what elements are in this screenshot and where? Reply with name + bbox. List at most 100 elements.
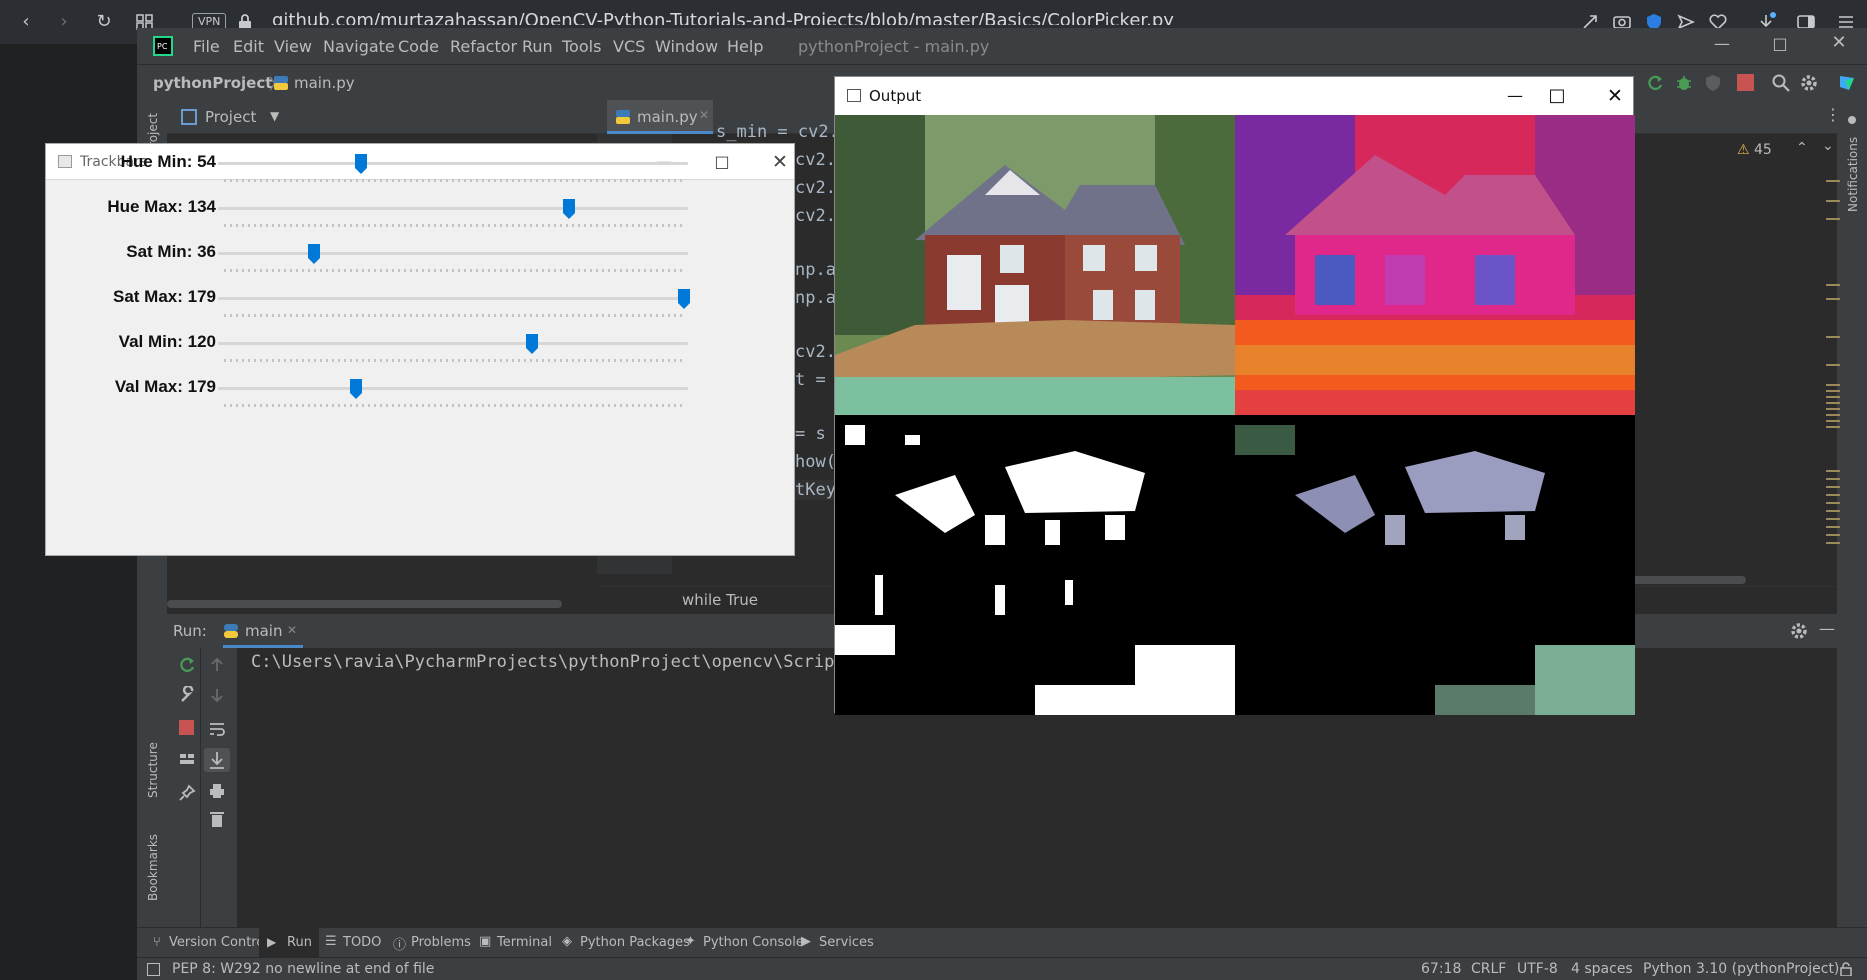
problems-tab[interactable]: ⓘ Problems xyxy=(393,928,473,958)
trackbar-track[interactable] xyxy=(218,252,688,255)
prev-highlight-icon[interactable]: ⌃ xyxy=(1796,140,1808,156)
more-options-icon[interactable]: ⋮ xyxy=(1825,105,1841,124)
scroll-to-end-toggle[interactable] xyxy=(204,748,230,772)
rerun-icon[interactable] xyxy=(1645,73,1665,93)
output-titlebar[interactable]: Output — □ ✕ xyxy=(835,77,1633,115)
tab-main-py[interactable]: main.py ✕ xyxy=(607,100,713,134)
maximize-icon[interactable]: □ xyxy=(693,144,751,180)
trackbar-thumb[interactable] xyxy=(349,378,363,400)
version-control-tab[interactable]: ⑂ Version Control xyxy=(149,928,268,958)
stripe-mark[interactable] xyxy=(1826,218,1840,220)
reload-icon[interactable]: ↻ xyxy=(94,12,114,32)
notifications-tool-tab[interactable]: Notifications xyxy=(1842,114,1862,214)
project-panel-title[interactable]: Project xyxy=(205,108,256,126)
run-tab-main[interactable]: main ✕ xyxy=(223,614,303,648)
caret-position[interactable]: 67:18 xyxy=(1421,961,1461,977)
run-label: Run: xyxy=(173,622,207,640)
pin-icon[interactable] xyxy=(178,784,196,802)
menu-edit[interactable]: Edit xyxy=(233,37,264,56)
status-message[interactable]: PEP 8: W292 no newline at end of file xyxy=(172,961,434,977)
scroll-up-icon[interactable] xyxy=(208,656,226,674)
run-settings-icon[interactable] xyxy=(1789,621,1809,641)
search-icon[interactable] xyxy=(1771,73,1791,93)
debug-icon[interactable] xyxy=(1674,73,1694,93)
run-tab-close-icon[interactable]: ✕ xyxy=(287,623,297,637)
clear-trash-icon[interactable] xyxy=(208,810,226,828)
menu-window[interactable]: Window xyxy=(655,37,718,56)
breadcrumb-project[interactable]: pythonProject xyxy=(153,74,272,92)
close-icon[interactable]: ✕ xyxy=(1586,78,1644,114)
layout-icon[interactable] xyxy=(178,750,196,768)
stripe-mark[interactable] xyxy=(1826,284,1840,286)
close-icon[interactable]: ✕ xyxy=(1827,32,1851,56)
menu-navigate[interactable]: Navigate xyxy=(323,37,395,56)
menu-refactor[interactable]: Refactor xyxy=(450,37,517,56)
stop-icon[interactable] xyxy=(1737,74,1754,91)
next-highlight-icon[interactable]: ⌄ xyxy=(1822,138,1834,154)
menu-code[interactable]: Code xyxy=(398,37,439,56)
run-hide-icon[interactable]: — xyxy=(1819,619,1835,638)
editor-hscrollbar[interactable] xyxy=(1630,576,1746,584)
line-separator[interactable]: CRLF xyxy=(1471,961,1506,977)
breadcrumb-file[interactable]: main.py xyxy=(294,74,355,92)
stripe-mark[interactable] xyxy=(1826,298,1840,300)
scroll-down-icon[interactable] xyxy=(208,686,226,704)
close-icon[interactable]: ✕ xyxy=(751,144,809,180)
stripe-mark[interactable] xyxy=(1826,336,1840,338)
trackbar-thumb[interactable] xyxy=(307,243,321,265)
trackbar-track[interactable] xyxy=(218,162,688,165)
todo-tab[interactable]: ☰ TODO xyxy=(325,928,391,958)
print-icon[interactable] xyxy=(208,782,226,800)
console-output[interactable]: C:\Users\ravia\PycharmProjects\pythonPro… xyxy=(251,652,855,672)
stop-icon[interactable] xyxy=(179,720,194,735)
structure-tool-tab[interactable]: Structure xyxy=(142,728,162,808)
trackbar-thumb[interactable] xyxy=(525,333,539,355)
tab-close-icon[interactable]: ✕ xyxy=(699,108,709,122)
services-tab[interactable]: ▶ Services xyxy=(801,928,881,958)
menu-view[interactable]: View xyxy=(274,37,312,56)
python-packages-tab[interactable]: ◈ Python Packages xyxy=(562,928,690,958)
wrench-icon[interactable] xyxy=(178,686,196,704)
warning-indicator[interactable]: ⚠ 45 xyxy=(1737,142,1772,158)
menu-help[interactable]: Help xyxy=(727,37,763,56)
bookmarks-tool-tab[interactable]: Bookmarks xyxy=(142,826,162,916)
trackbar-thumb[interactable] xyxy=(562,198,576,220)
maximize-icon[interactable]: □ xyxy=(1768,34,1792,58)
python-console-tab[interactable]: ✦ Python Console xyxy=(685,928,804,958)
code-breadcrumb[interactable]: while True xyxy=(682,591,758,609)
minimize-icon[interactable]: — xyxy=(1710,34,1734,58)
lock-icon[interactable] xyxy=(1839,962,1853,976)
trackbar-thumb[interactable] xyxy=(354,153,368,175)
trackbar-thumb[interactable] xyxy=(677,288,691,310)
terminal-tab[interactable]: ▣ Terminal xyxy=(479,928,559,958)
layout-toggle-icon[interactable] xyxy=(147,963,160,976)
stripe-mark[interactable] xyxy=(1826,364,1840,366)
project-dropdown-icon[interactable]: ▼ xyxy=(270,109,279,123)
trackbar-track[interactable] xyxy=(218,297,688,300)
trackbar-track[interactable] xyxy=(218,207,688,210)
stripe-mark-group[interactable] xyxy=(1826,384,1840,432)
stripe-mark[interactable] xyxy=(1826,180,1840,182)
maximize-icon[interactable]: □ xyxy=(1528,78,1586,114)
trackbar-track[interactable] xyxy=(218,342,688,345)
menu-run[interactable]: Run xyxy=(522,37,553,56)
trackbar-label: Val Max: 179 xyxy=(114,377,216,396)
coverage-icon[interactable] xyxy=(1703,73,1723,93)
settings-icon[interactable] xyxy=(1799,73,1819,93)
menu-tools[interactable]: Tools xyxy=(562,37,601,56)
file-encoding[interactable]: UTF-8 xyxy=(1517,961,1558,977)
rerun-icon[interactable] xyxy=(178,656,196,674)
run-tool-tab[interactable]: ▶ Run xyxy=(259,928,319,958)
menu-file[interactable]: File xyxy=(193,37,220,56)
project-hscrollbar[interactable] xyxy=(167,600,562,608)
jetbrains-toolbox-icon[interactable] xyxy=(1837,73,1857,93)
forward-icon[interactable]: › xyxy=(54,12,74,32)
menu-vcs[interactable]: VCS xyxy=(613,37,645,56)
stripe-mark[interactable] xyxy=(1826,200,1840,202)
indent-setting[interactable]: 4 spaces xyxy=(1571,961,1633,977)
back-icon[interactable]: ‹ xyxy=(16,12,36,32)
stripe-mark-group[interactable] xyxy=(1826,470,1840,550)
python-interpreter[interactable]: Python 3.10 (pythonProject) xyxy=(1643,961,1839,977)
trackbar-track[interactable] xyxy=(218,387,688,390)
soft-wrap-icon[interactable] xyxy=(208,720,226,738)
